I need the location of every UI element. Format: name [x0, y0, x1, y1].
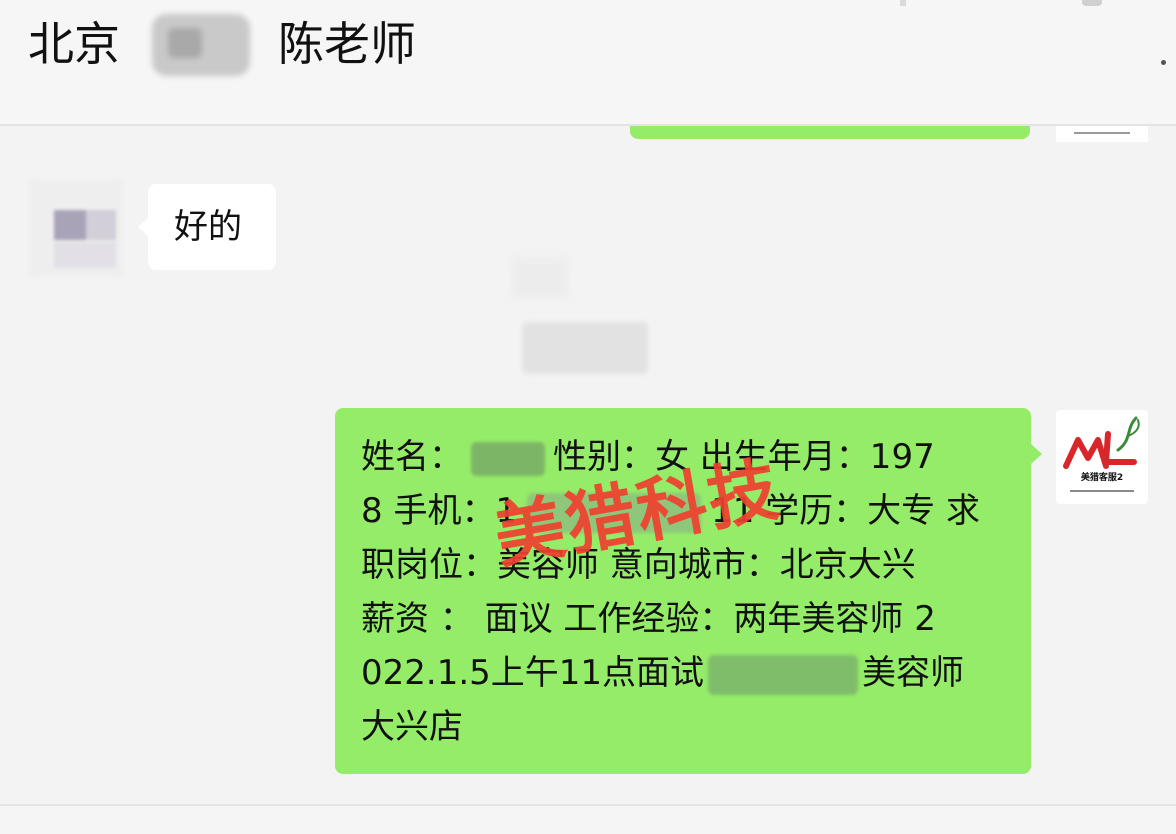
- message-segment: 美容师: [862, 653, 965, 693]
- incoming-message-bubble[interactable]: 好的: [138, 184, 276, 270]
- message-segment: 姓名：: [361, 437, 463, 477]
- contact-avatar[interactable]: [30, 180, 122, 276]
- redacted-timestamp: [522, 322, 648, 374]
- message-line: 大兴店: [361, 707, 463, 747]
- redacted-timestamp-fragment: [512, 258, 568, 298]
- redacted-name: [471, 441, 545, 476]
- avatar-pixel-block: [86, 210, 116, 240]
- chat-header: 北京 陈老师: [0, 0, 1176, 124]
- chat-title-city: 北京: [28, 17, 120, 71]
- toolbar-fragment: [900, 0, 906, 6]
- avatar-caption: 美猎客服2: [1080, 473, 1124, 483]
- redacted-company: [708, 654, 859, 695]
- input-area[interactable]: [0, 806, 1176, 834]
- avatar-pixel-block: [54, 242, 116, 268]
- avatar-pixel-block: [54, 210, 86, 240]
- message-line: 022.1.5上午11点面试 美容师: [361, 646, 1011, 700]
- chat-title-name: 陈老师: [278, 17, 416, 71]
- avatar-url-line: [1070, 490, 1134, 492]
- message-segment: 022.1.5上午11点面试: [361, 653, 705, 693]
- previous-sender-avatar[interactable]: [1056, 126, 1148, 142]
- previous-outgoing-bubble-edge[interactable]: [630, 126, 1030, 139]
- redacted-title-segment: [152, 14, 250, 76]
- message-line: 薪资 ： 面议 工作经验：两年美容师 2: [361, 599, 936, 639]
- sender-avatar[interactable]: 美猎客服2: [1056, 410, 1148, 504]
- avatar-url-line: [1074, 132, 1130, 134]
- window-control-fragment: [1082, 0, 1102, 6]
- more-options-icon[interactable]: [1161, 60, 1166, 65]
